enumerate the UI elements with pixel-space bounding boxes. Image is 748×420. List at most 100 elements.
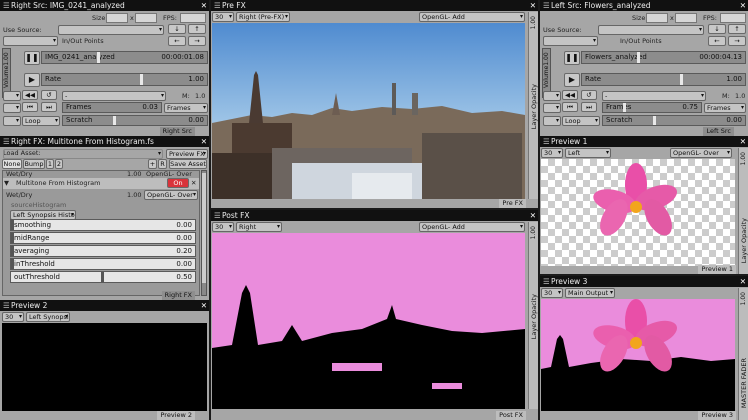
post-fx-opacity-slider[interactable]: 1.00 Layer Opacity — [528, 222, 538, 409]
close-icon[interactable]: ✕ — [191, 179, 196, 187]
pre-fx-opacity-slider[interactable]: 1.00 Layer Opacity — [528, 12, 538, 199]
post-fx-source-dropdown[interactable]: Right — [236, 222, 282, 232]
timecode-slider[interactable]: IMG_0241_analyzed 00:00:01.08 — [41, 51, 208, 64]
restart-icon[interactable]: ↺ — [581, 90, 597, 100]
preview1-opacity-slider[interactable]: 1.00 Layer Opacity — [738, 148, 748, 274]
rate-handle[interactable] — [140, 74, 143, 85]
loop-dropdown[interactable]: Loop — [562, 116, 600, 126]
rewind-icon[interactable]: ◀◀ — [22, 90, 38, 100]
play-icon[interactable]: ▶ — [564, 73, 580, 87]
size-width-field[interactable] — [646, 13, 668, 23]
restart-icon[interactable]: ↺ — [41, 90, 57, 100]
left-src-titlebar[interactable]: ☰Left Src: Flowers_analyzed ✕ — [540, 0, 748, 11]
source-down-button[interactable]: ↓ — [168, 24, 186, 34]
preview1-blend-dropdown[interactable]: OpenGL- Over — [670, 148, 732, 158]
frames-slider[interactable]: Frames 0.75 — [602, 102, 702, 113]
scratch-slider[interactable]: Scratch 0.00 — [62, 115, 208, 126]
tab-bump[interactable]: Bump — [23, 159, 45, 169]
pre-fx-titlebar[interactable]: ☰Pre FX ✕ — [211, 0, 538, 11]
preview1-res-dropdown[interactable]: 30 — [541, 148, 563, 158]
option-dropdown[interactable]: - — [62, 91, 166, 101]
master-fader-slider[interactable]: 1.00 MASTER FADER — [738, 288, 748, 420]
post-fx-titlebar[interactable]: ☰Post FX ✕ — [211, 210, 538, 221]
param-midrange-slider[interactable]: midRange 0.00 — [10, 232, 196, 244]
tab-2[interactable]: 2 — [55, 159, 63, 169]
right-fx-titlebar[interactable]: ☰Right FX: Multitone From Histogram.fs ✕ — [0, 136, 209, 147]
use-source-dropdown[interactable] — [3, 36, 58, 46]
source-select-dropdown[interactable] — [58, 25, 164, 35]
fps-field[interactable] — [720, 13, 746, 23]
pause-icon[interactable]: ❚❚ — [24, 51, 40, 65]
param-handle[interactable] — [101, 272, 104, 282]
pause-icon[interactable]: ❚❚ — [564, 51, 580, 65]
size-height-field[interactable] — [135, 13, 157, 23]
close-icon[interactable]: ✕ — [530, 210, 536, 221]
preview3-res-dropdown[interactable]: 30 — [541, 288, 563, 298]
post-fx-res-dropdown[interactable]: 30 — [212, 222, 234, 232]
frames-handle[interactable] — [623, 103, 626, 112]
skip-back-icon[interactable]: ⏮ — [562, 102, 578, 112]
pre-fx-res-dropdown[interactable]: 30 — [212, 12, 234, 22]
remove-fx-button[interactable]: R — [158, 159, 167, 169]
frames-slider[interactable]: Frames 0.03 — [62, 102, 162, 113]
in-point-button[interactable]: ← — [708, 36, 726, 46]
preview-fx-dropdown[interactable]: Preview FX — [166, 149, 208, 159]
tab-none[interactable]: None — [2, 159, 22, 169]
add-fx-button[interactable]: + — [148, 159, 157, 169]
frames-unit-dropdown[interactable]: Frames — [704, 103, 746, 113]
frames-unit-dropdown[interactable]: Frames — [164, 103, 208, 113]
save-asset-button[interactable]: Save Asset — [169, 159, 207, 169]
param-inthreshold-slider[interactable]: inThreshold 0.00 — [10, 258, 196, 270]
close-icon[interactable]: ✕ — [740, 276, 746, 287]
loop-dropdown[interactable]: Loop — [22, 116, 60, 126]
param-smoothing-slider[interactable]: smoothing 0.00 — [10, 219, 196, 231]
fps-field[interactable] — [180, 13, 206, 23]
in-point-button[interactable]: ← — [168, 36, 186, 46]
source-up-button[interactable]: ↑ — [728, 24, 746, 34]
post-fx-blend-dropdown[interactable]: OpenGL- Add — [419, 222, 525, 232]
close-icon[interactable]: ✕ — [201, 136, 207, 147]
size-width-field[interactable] — [106, 13, 128, 23]
skip-forward-icon[interactable]: ⏭ — [41, 102, 57, 112]
param-outthreshold-slider[interactable]: outThreshold 0.50 — [10, 271, 196, 283]
rate-slider[interactable]: Rate 1.00 — [41, 73, 208, 86]
preview2-source-dropdown[interactable]: Left Synopsis — [26, 312, 70, 322]
loop-mode-dropdown[interactable] — [543, 116, 561, 126]
timecode-handle[interactable] — [97, 52, 100, 63]
param-handle[interactable] — [11, 246, 14, 256]
preview3-source-dropdown[interactable]: Main Output — [565, 288, 615, 298]
skip-forward-icon[interactable]: ⏭ — [581, 102, 597, 112]
right-src-titlebar[interactable]: ☰Right Src: IMG_0241_analyzed ✕ — [0, 0, 209, 11]
use-source-dropdown[interactable] — [543, 36, 598, 46]
pre-fx-blend-dropdown[interactable]: OpenGL- Add — [419, 12, 525, 22]
preview3-titlebar[interactable]: ☰Preview 3 ✕ — [540, 276, 748, 287]
scrollbar-thumb[interactable] — [202, 173, 206, 283]
scratch-slider[interactable]: Scratch 0.00 — [602, 115, 746, 126]
size-height-field[interactable] — [675, 13, 697, 23]
scratch-handle[interactable] — [113, 116, 116, 125]
out-point-button[interactable]: → — [188, 36, 206, 46]
scratch-handle[interactable] — [653, 116, 656, 125]
preview2-titlebar[interactable]: ☰Preview 2 ✕ — [0, 300, 209, 311]
direction-dropdown[interactable] — [3, 103, 21, 113]
param-handle[interactable] — [11, 220, 14, 230]
rewind-icon[interactable]: ◀◀ — [562, 90, 578, 100]
fx-on-toggle[interactable]: On — [167, 178, 189, 188]
play-icon[interactable]: ▶ — [24, 73, 40, 87]
out-point-button[interactable]: → — [728, 36, 746, 46]
close-icon[interactable]: ✕ — [530, 0, 536, 11]
play-mode-dropdown[interactable] — [3, 91, 21, 101]
fx-blend-dropdown[interactable]: OpenGL- Over — [144, 190, 198, 200]
fx-scrollbar[interactable] — [201, 170, 207, 296]
play-mode-dropdown[interactable] — [543, 91, 561, 101]
close-icon[interactable]: ✕ — [740, 0, 746, 11]
skip-back-icon[interactable]: ⏮ — [22, 102, 38, 112]
close-icon[interactable]: ✕ — [201, 300, 207, 311]
param-averaging-slider[interactable]: averaging 0.20 — [10, 245, 196, 257]
collapse-icon[interactable]: ▼ — [4, 179, 9, 187]
tab-1[interactable]: 1 — [46, 159, 54, 169]
loop-mode-dropdown[interactable] — [3, 116, 21, 126]
param-handle[interactable] — [11, 259, 14, 269]
source-select-dropdown[interactable] — [598, 25, 704, 35]
timecode-handle[interactable] — [637, 52, 640, 63]
